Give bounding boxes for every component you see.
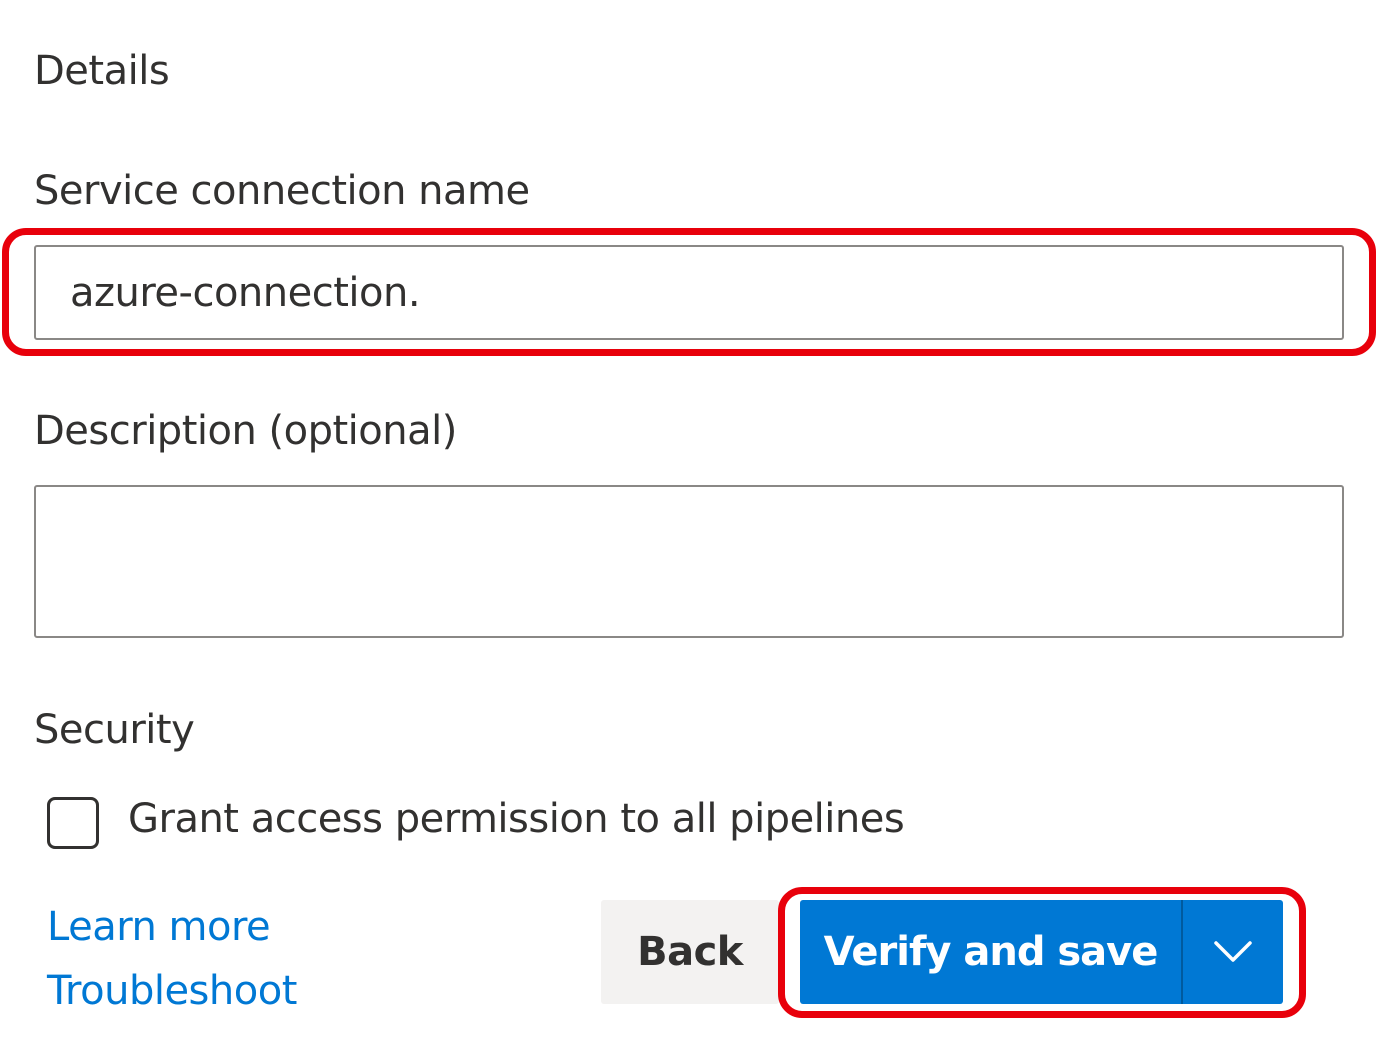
- learn-more-link[interactable]: Learn more: [47, 904, 271, 950]
- security-heading: Security: [34, 707, 195, 753]
- description-textarea[interactable]: [34, 485, 1344, 638]
- verify-button-highlight: [778, 887, 1306, 1018]
- service-connection-name-label: Service connection name: [34, 168, 530, 214]
- name-input-highlight: [2, 228, 1376, 356]
- description-label: Description (optional): [34, 408, 457, 454]
- troubleshoot-link[interactable]: Troubleshoot: [47, 968, 297, 1014]
- service-connection-details-panel: Details Service connection name Descript…: [0, 0, 1399, 1045]
- grant-access-label[interactable]: Grant access permission to all pipelines: [128, 796, 905, 842]
- grant-access-checkbox[interactable]: [47, 797, 99, 849]
- back-button[interactable]: Back: [601, 900, 779, 1004]
- details-heading: Details: [34, 48, 170, 94]
